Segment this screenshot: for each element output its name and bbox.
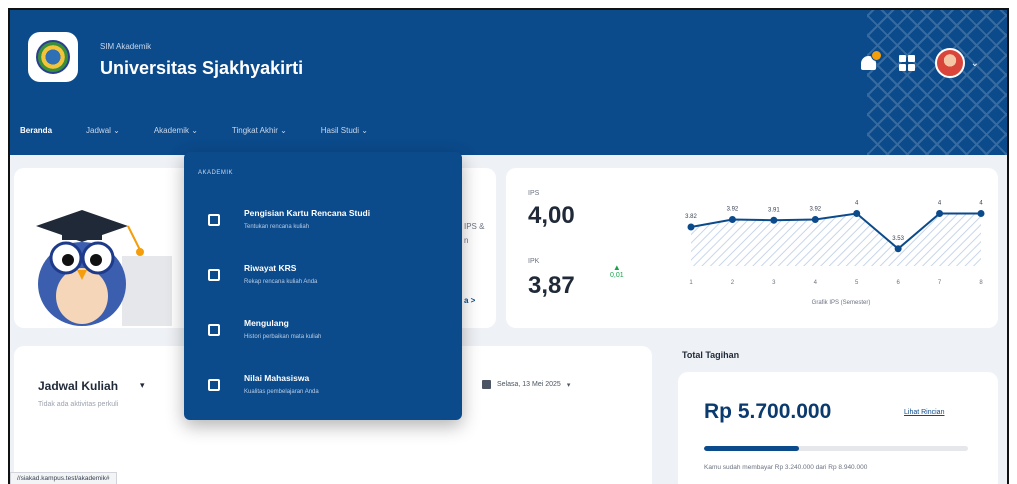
welcome-link[interactable]: a > bbox=[464, 296, 475, 305]
ip-summary-card: IPS 4,00 IPK 3,87 ▲ 0,01 3.82 3.92 3.91 3.9… bbox=[506, 168, 998, 328]
university-seal-icon bbox=[36, 40, 70, 74]
nav-jadwal[interactable]: Jadwal ⌄ bbox=[86, 126, 120, 135]
menu-item-title: Pengisian Kartu Rencana Studi bbox=[244, 208, 371, 218]
x-tick-label: 5 bbox=[855, 280, 859, 286]
tagihan-card: Rp 5.700.000 Lihat Rincian Kamu sudah me… bbox=[678, 372, 998, 484]
data-point[interactable] bbox=[853, 210, 861, 217]
menu-item-title: Mengulang bbox=[244, 318, 289, 328]
ips-label: IPS bbox=[528, 190, 540, 197]
ips-value: 4,00 bbox=[528, 202, 575, 229]
chart-x-axis-label: Grafik IPS (Semester) bbox=[812, 300, 871, 306]
akademik-dropdown-menu: AKADEMIK Pengisian Kartu Rencana Studi T… bbox=[184, 152, 462, 420]
app-subtitle: SIM Akademik bbox=[100, 42, 152, 51]
menu-item-desc: Kualitas pembelajaran Anda bbox=[244, 389, 319, 395]
ipk-delta-badge: ▲ 0,01 bbox=[610, 263, 624, 279]
menu-item-desc: Tentukan rencana kuliah bbox=[244, 224, 310, 230]
grade-icon bbox=[208, 379, 220, 391]
x-tick-label: 4 bbox=[814, 280, 818, 286]
payment-note: Kamu sudah membayar Rp 3.240.000 dari Rp… bbox=[704, 464, 868, 471]
data-point[interactable] bbox=[728, 216, 736, 223]
edit-icon bbox=[208, 214, 220, 226]
data-label: 3.92 bbox=[727, 207, 739, 213]
data-point[interactable] bbox=[936, 210, 944, 217]
data-point[interactable] bbox=[894, 245, 902, 253]
menu-item-title: Nilai Mahasiswa bbox=[244, 373, 310, 383]
welcome-text-line1: IPS & bbox=[464, 222, 485, 231]
menu-item-title: Riwayat KRS bbox=[244, 263, 297, 273]
data-label: 4 bbox=[979, 201, 983, 207]
caret-down-icon: ▾ bbox=[566, 381, 571, 389]
data-label: 3.82 bbox=[685, 214, 697, 220]
ips-line-chart: 3.82 3.92 3.91 3.92 4 3.53 4 4 1 2 3 4 5 6 7 8 Grafik … bbox=[685, 201, 985, 306]
nav-beranda[interactable]: Beranda bbox=[20, 126, 52, 135]
x-tick-label: 2 bbox=[731, 280, 735, 286]
chevron-down-icon[interactable]: ▾ bbox=[140, 380, 145, 391]
repeat-icon bbox=[208, 324, 220, 336]
status-bar-url: //siakad.kampus.test/akademik# bbox=[10, 472, 117, 484]
ipk-delta: 0,01 bbox=[610, 272, 624, 279]
menu-item-desc: Histori perbaikan mata kuliah bbox=[244, 334, 322, 340]
x-tick-label: 8 bbox=[979, 280, 983, 286]
data-label: 4 bbox=[938, 201, 942, 207]
app-frame: SIM Akademik Universitas Sjakhyakirti ⌄ … bbox=[8, 8, 1009, 484]
jadwal-title[interactable]: Jadwal Kuliah bbox=[38, 379, 118, 393]
arrow-up-icon: ▲ bbox=[612, 263, 621, 272]
tagihan-label: Total Tagihan bbox=[682, 350, 740, 360]
payment-progress-bar bbox=[704, 446, 968, 451]
welcome-text-line2: n bbox=[464, 236, 469, 245]
history-icon bbox=[208, 269, 220, 281]
chevron-down-icon[interactable]: ⌄ bbox=[971, 58, 979, 69]
tagihan-amount: Rp 5.700.000 bbox=[704, 400, 832, 423]
owl-mascot-illustration bbox=[36, 210, 172, 326]
x-tick-label: 1 bbox=[689, 280, 693, 286]
app-title: Universitas Sjakhyakirti bbox=[100, 58, 304, 78]
data-point[interactable] bbox=[811, 216, 819, 223]
date-label: Selasa, 13 Mei 2025 bbox=[497, 381, 561, 388]
nav-tingkat-akhir[interactable]: Tingkat Akhir ⌄ bbox=[232, 126, 287, 135]
date-picker-button[interactable]: Selasa, 13 Mei 2025 ▾ bbox=[482, 380, 570, 389]
nav-hasil-studi[interactable]: Hasil Studi ⌄ bbox=[321, 126, 368, 135]
data-label: 3.92 bbox=[809, 207, 821, 213]
x-tick-label: 6 bbox=[896, 280, 900, 286]
top-header: SIM Akademik Universitas Sjakhyakirti ⌄ … bbox=[10, 10, 1007, 155]
menu-item-riwayat-krs[interactable]: Riwayat KRS Rekap rencana kuliah Anda bbox=[198, 257, 448, 307]
main-nav: Beranda Jadwal ⌄ Akademik ⌄ Tingkat Akhi… bbox=[10, 118, 1007, 142]
menu-item-mengulang[interactable]: Mengulang Histori perbaikan mata kuliah bbox=[198, 312, 448, 362]
welcome-text: IPS & n bbox=[464, 220, 484, 248]
data-label: 3.91 bbox=[768, 207, 780, 213]
apps-grid-icon[interactable] bbox=[898, 55, 915, 71]
calendar-icon bbox=[482, 380, 491, 389]
nav-akademik[interactable]: Akademik ⌄ bbox=[154, 126, 198, 135]
x-tick-label: 3 bbox=[772, 280, 776, 286]
notification-bell-icon[interactable] bbox=[859, 50, 882, 73]
data-label: 4 bbox=[855, 201, 859, 207]
jadwal-empty-text: Tidak ada aktivitas perkuli bbox=[38, 401, 119, 408]
payment-progress-fill bbox=[704, 446, 800, 451]
lihat-rincian-link[interactable]: Lihat Rincian bbox=[904, 409, 944, 416]
ipk-label: IPK bbox=[528, 258, 540, 265]
menu-item-krs[interactable]: Pengisian Kartu Rencana Studi Tentukan r… bbox=[198, 202, 448, 252]
ipk-value: 3,87 bbox=[528, 272, 575, 299]
university-logo[interactable] bbox=[28, 32, 78, 82]
data-point[interactable] bbox=[687, 223, 695, 231]
data-label: 3.53 bbox=[892, 236, 904, 242]
menu-item-desc: Rekap rencana kuliah Anda bbox=[244, 279, 318, 285]
menu-item-nilai[interactable]: Nilai Mahasiswa Kualitas pembelajaran An… bbox=[198, 367, 448, 417]
data-point[interactable] bbox=[770, 216, 778, 224]
user-avatar[interactable] bbox=[934, 48, 965, 78]
data-point[interactable] bbox=[977, 210, 985, 217]
x-tick-label: 7 bbox=[938, 280, 942, 286]
menu-heading: AKADEMIK bbox=[198, 170, 234, 176]
header-actions: ⌄ bbox=[859, 48, 979, 78]
